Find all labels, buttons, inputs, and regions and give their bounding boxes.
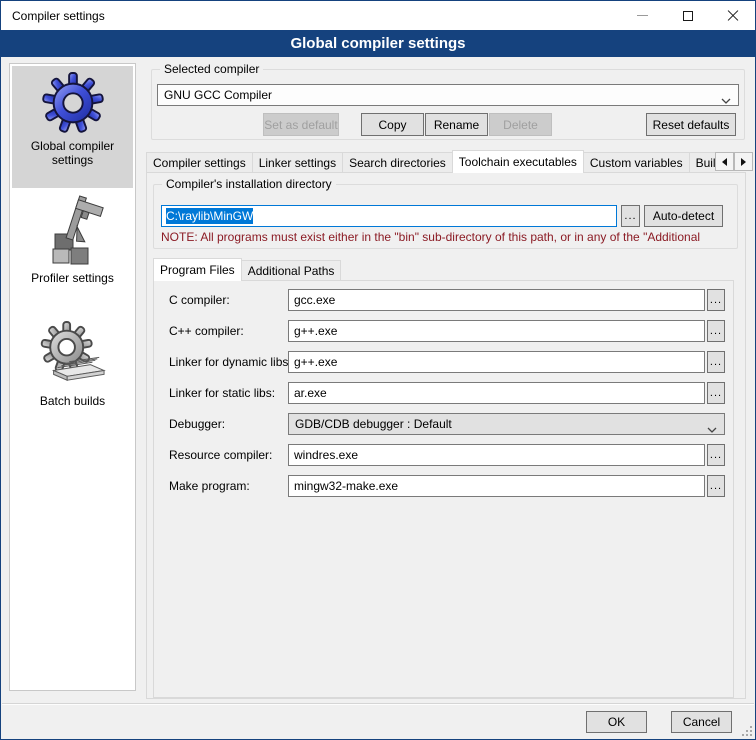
batch-builds-gear-icon (40, 319, 106, 392)
sidebar-item-label: Batch builds (36, 392, 109, 414)
installation-note: NOTE: All programs must exist either in … (161, 230, 738, 244)
resource-compiler-input[interactable] (288, 444, 705, 466)
cpp-compiler-browse-button[interactable]: ... (707, 320, 725, 342)
sidebar-item-global-compiler-settings[interactable]: Global compiler settings (12, 66, 133, 188)
delete-button[interactable]: Delete (489, 113, 552, 136)
tab-search-directories[interactable]: Search directories (342, 152, 453, 173)
debugger-label: Debugger: (169, 417, 225, 431)
minimize-icon (637, 15, 648, 16)
title-bar: Compiler settings (1, 1, 755, 30)
sidebar-item-label: Profiler settings (27, 269, 118, 291)
close-icon (727, 10, 739, 22)
program-files-tabstrip: Program Files Additional Paths (153, 258, 340, 281)
close-button[interactable] (710, 1, 755, 30)
installation-directory-group-label: Compiler's installation directory (162, 177, 336, 191)
maximize-button[interactable] (665, 1, 710, 30)
global-compiler-gear-icon (42, 72, 104, 137)
set-as-default-button[interactable]: Set as default (263, 113, 339, 136)
cpp-compiler-label: C++ compiler: (169, 324, 244, 338)
make-program-input[interactable] (288, 475, 705, 497)
ok-button[interactable]: OK (586, 711, 647, 733)
sidebar-item-label: Global compiler settings (12, 137, 133, 173)
linker-static-input[interactable] (288, 382, 705, 404)
resize-grip[interactable] (742, 726, 752, 736)
reset-defaults-button[interactable]: Reset defaults (646, 113, 736, 136)
tab-program-files[interactable]: Program Files (153, 258, 242, 281)
tab-scroll-right-button[interactable] (734, 152, 753, 171)
tab-additional-paths[interactable]: Additional Paths (241, 260, 342, 281)
make-program-browse-button[interactable]: ... (707, 475, 725, 497)
footer-separator (2, 703, 754, 705)
rename-button[interactable]: Rename (425, 113, 488, 136)
selected-compiler-group-label: Selected compiler (160, 62, 263, 76)
copy-button[interactable]: Copy (361, 113, 424, 136)
tab-linker-settings[interactable]: Linker settings (252, 152, 343, 173)
auto-detect-button[interactable]: Auto-detect (644, 205, 723, 227)
tab-scroll-left-button[interactable] (715, 152, 734, 171)
dialog-banner: Global compiler settings (1, 30, 755, 57)
chevron-down-icon (721, 93, 731, 107)
tab-compiler-settings[interactable]: Compiler settings (146, 152, 253, 173)
cancel-button[interactable]: Cancel (671, 711, 732, 733)
compiler-settings-dialog: Compiler settings Global compiler settin… (0, 0, 756, 740)
debugger-value: GDB/CDB debugger : Default (295, 417, 452, 431)
installation-directory-input[interactable]: C:\raylib\MinGW (161, 205, 617, 227)
debugger-combobox[interactable]: GDB/CDB debugger : Default (288, 413, 725, 435)
c-compiler-input[interactable] (288, 289, 705, 311)
sidebar-item-profiler-settings[interactable]: Profiler settings (12, 194, 133, 294)
minimize-button[interactable] (620, 1, 665, 30)
linker-dynamic-input[interactable] (288, 351, 705, 373)
chevron-down-icon (707, 422, 717, 436)
sidebar-item-batch-builds[interactable]: Batch builds (12, 319, 133, 419)
linker-dynamic-label: Linker for dynamic libs: (169, 355, 292, 369)
cpp-compiler-input[interactable] (288, 320, 705, 342)
c-compiler-browse-button[interactable]: ... (707, 289, 725, 311)
installation-directory-browse-button[interactable]: ... (621, 205, 640, 227)
linker-static-browse-button[interactable]: ... (707, 382, 725, 404)
linker-static-label: Linker for static libs: (169, 386, 275, 400)
resource-compiler-browse-button[interactable]: ... (707, 444, 725, 466)
selected-compiler-value: GNU GCC Compiler (164, 88, 272, 102)
linker-dynamic-browse-button[interactable]: ... (707, 351, 725, 373)
tab-build-options[interactable]: Build options (689, 152, 715, 173)
make-program-label: Make program: (169, 479, 250, 493)
profiler-caliper-icon (41, 194, 105, 269)
c-compiler-label: C compiler: (169, 293, 230, 307)
tab-toolchain-executables[interactable]: Toolchain executables (452, 150, 584, 173)
maximize-icon (683, 11, 693, 21)
arrow-left-icon (722, 158, 727, 166)
resource-compiler-label: Resource compiler: (169, 448, 272, 462)
installation-directory-value: C:\raylib\MinGW (166, 208, 253, 224)
selected-compiler-combobox[interactable]: GNU GCC Compiler (157, 84, 739, 106)
compiler-tabstrip: Compiler settings Linker settings Search… (146, 150, 715, 173)
arrow-right-icon (741, 158, 746, 166)
settings-sidebar: Global compiler settings (9, 63, 136, 691)
tab-custom-variables[interactable]: Custom variables (583, 152, 690, 173)
window-title: Compiler settings (12, 9, 105, 23)
